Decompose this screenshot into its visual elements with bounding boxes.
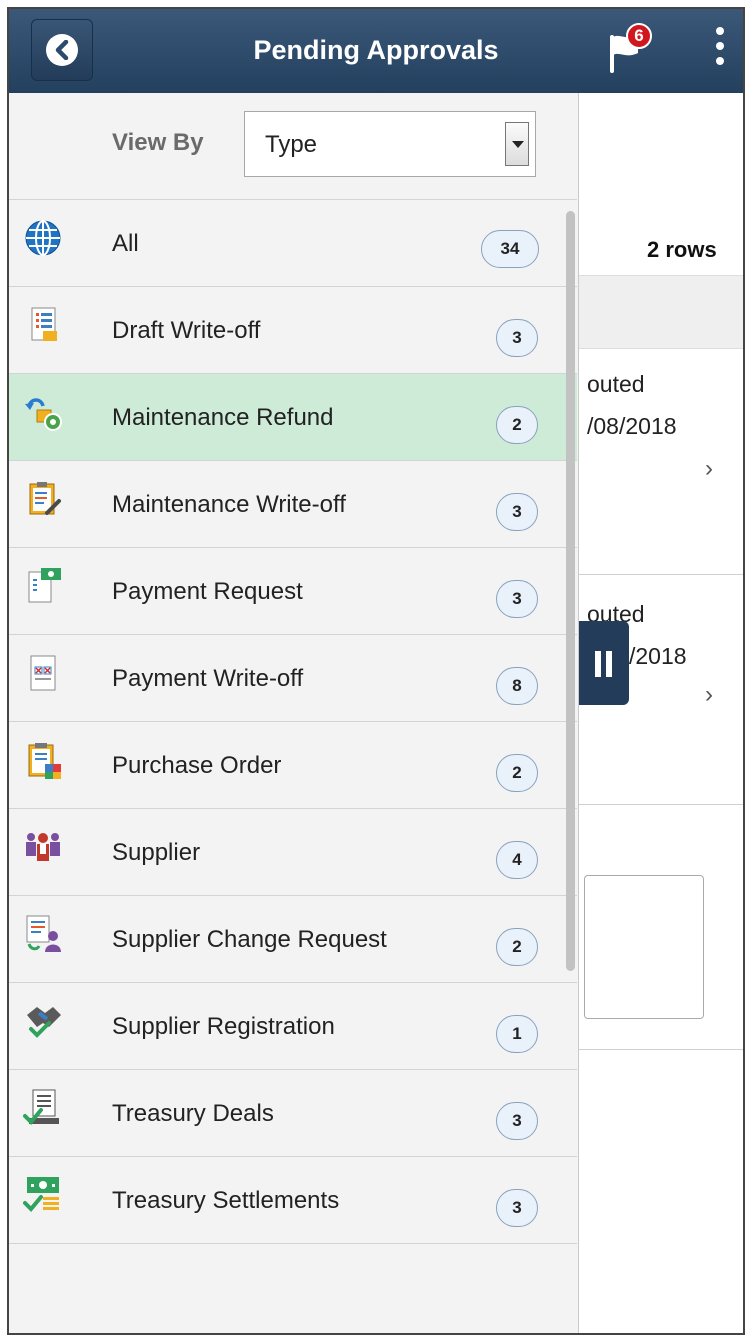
list-item-label: Purchase Order bbox=[112, 752, 282, 779]
list-item-purchase-order[interactable]: Purchase Order 2 bbox=[9, 721, 577, 808]
count-badge: 2 bbox=[496, 928, 538, 966]
clipboard-wrench-icon bbox=[29, 482, 61, 515]
count-badge: 34 bbox=[481, 230, 539, 268]
list-item-supplier[interactable]: Supplier 4 bbox=[9, 808, 577, 895]
row2-chevron-icon[interactable]: › bbox=[705, 681, 713, 709]
list-item-label: Treasury Deals bbox=[112, 1100, 274, 1127]
list-item-label: Treasury Settlements bbox=[112, 1187, 340, 1214]
divider bbox=[579, 574, 743, 575]
pause-icon bbox=[595, 651, 601, 677]
list-item-maintenance-write-off[interactable]: Maintenance Write-off 3 bbox=[9, 460, 577, 547]
more-actions-icon[interactable] bbox=[713, 27, 727, 77]
list-item-treasury-deals[interactable]: Treasury Deals 3 bbox=[9, 1069, 577, 1156]
type-list: All 34 Draft Write-off 3 Maintenance Ref… bbox=[9, 199, 577, 1244]
payment-writeoff-icon bbox=[30, 655, 56, 691]
count-badge: 2 bbox=[496, 406, 538, 444]
divider bbox=[579, 1049, 743, 1050]
list-item-treasury-settlements[interactable]: Treasury Settlements 3 bbox=[9, 1156, 577, 1243]
list-item-maintenance-refund[interactable]: Maintenance Refund 2 bbox=[9, 373, 577, 460]
list-item-label: Maintenance Write-off bbox=[112, 491, 346, 518]
purchase-order-icon bbox=[28, 743, 61, 779]
count-badge: 3 bbox=[496, 493, 538, 531]
count-badge: 3 bbox=[496, 319, 538, 357]
list-item-all[interactable]: All 34 bbox=[9, 199, 577, 286]
list-item-label: Draft Write-off bbox=[112, 317, 261, 344]
treasury-settlements-icon bbox=[23, 1177, 59, 1212]
supplier-group-icon bbox=[26, 833, 60, 861]
list-item-supplier-registration[interactable]: Supplier Registration 1 bbox=[9, 982, 577, 1069]
count-badge: 1 bbox=[496, 1015, 538, 1053]
comment-textarea[interactable] bbox=[584, 875, 704, 1019]
count-badge: 3 bbox=[496, 1102, 538, 1140]
row1-status: outed bbox=[587, 371, 645, 397]
globe-icon bbox=[25, 220, 61, 256]
grid-header-band bbox=[579, 275, 743, 349]
view-by-label: View By bbox=[112, 129, 204, 156]
notification-badge: 6 bbox=[626, 23, 652, 49]
list-item-label: Payment Request bbox=[112, 578, 303, 605]
row1-date: /08/2018 bbox=[587, 413, 677, 439]
app-frame: 2 rows outed /08/2018 › outed /2018 › Pe… bbox=[7, 7, 745, 1335]
list-item-draft-write-off[interactable]: Draft Write-off 3 bbox=[9, 286, 577, 373]
count-badge: 3 bbox=[496, 1189, 538, 1227]
handshake-icon bbox=[27, 1007, 61, 1038]
row2-date: /2018 bbox=[629, 643, 687, 669]
list-item-label: All bbox=[112, 230, 139, 257]
list-item-label: Payment Write-off bbox=[112, 665, 304, 692]
collapse-panel-button[interactable] bbox=[579, 621, 629, 705]
count-badge: 4 bbox=[496, 841, 538, 879]
count-badge: 3 bbox=[496, 580, 538, 618]
view-by-select[interactable]: Type bbox=[244, 111, 536, 177]
list-item-payment-write-off[interactable]: Payment Write-off 8 bbox=[9, 634, 577, 721]
divider bbox=[9, 1243, 577, 1244]
rows-count: 2 rows bbox=[647, 237, 717, 262]
list-item-payment-request[interactable]: Payment Request 3 bbox=[9, 547, 577, 634]
supplier-change-icon bbox=[26, 915, 61, 952]
document-list-icon bbox=[31, 307, 57, 341]
dropdown-arrow-icon[interactable] bbox=[505, 122, 529, 166]
drawer-scrollbar[interactable] bbox=[566, 211, 575, 971]
page-scrollbar[interactable] bbox=[744, 93, 745, 1043]
list-item-label: Supplier Change Request bbox=[112, 926, 387, 953]
list-item-supplier-change-request[interactable]: Supplier Change Request 2 bbox=[9, 895, 577, 982]
payment-request-icon bbox=[28, 568, 61, 603]
view-by-value: Type bbox=[265, 131, 318, 158]
app-header: Pending Approvals 6 bbox=[9, 9, 743, 93]
list-item-label: Supplier Registration bbox=[112, 1013, 335, 1040]
divider bbox=[579, 804, 743, 805]
type-drawer: View By Type All 34 Draft Write-off 3 Ma… bbox=[9, 93, 579, 1333]
row1-chevron-icon[interactable]: › bbox=[705, 455, 713, 483]
refund-icon bbox=[25, 398, 62, 431]
treasury-deals-icon bbox=[23, 1089, 59, 1125]
count-badge: 2 bbox=[496, 754, 538, 792]
notifications-button[interactable]: 6 bbox=[604, 23, 660, 73]
list-item-label: Maintenance Refund bbox=[112, 404, 334, 431]
list-item-label: Supplier bbox=[112, 839, 201, 866]
count-badge: 8 bbox=[496, 667, 538, 705]
